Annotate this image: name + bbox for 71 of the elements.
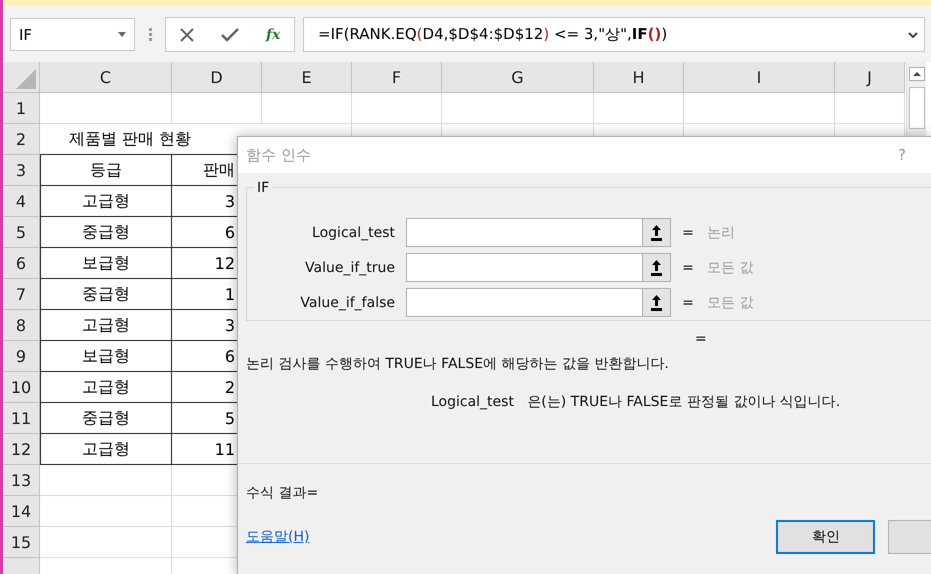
argument-field[interactable] [406, 218, 671, 247]
equals-sign: = [681, 294, 695, 310]
column-header[interactable]: J [835, 62, 905, 93]
row-header[interactable]: 11 [3, 403, 40, 434]
dropdown-arrow-icon[interactable] [118, 32, 126, 37]
row-header[interactable]: 14 [3, 496, 40, 527]
empty-cell[interactable] [172, 93, 262, 124]
argument-value-hint: 논리 [706, 224, 736, 242]
dialog-button[interactable] [888, 520, 931, 554]
argument-label: Value_if_false [299, 294, 396, 310]
row-header[interactable]: 8 [3, 310, 40, 341]
empty-cell[interactable] [835, 93, 905, 124]
empty-cell[interactable] [684, 93, 835, 124]
row-header[interactable]: 13 [3, 465, 40, 496]
column-header[interactable]: G [442, 62, 594, 93]
table-cell: 중급형 [40, 403, 172, 434]
argument-field[interactable] [406, 253, 671, 282]
empty-cell[interactable] [262, 93, 352, 124]
table-cell: 보급형 [40, 341, 172, 372]
insert-function-button[interactable]: fx [266, 26, 280, 42]
row-header[interactable]: 3 [3, 155, 40, 186]
row-header[interactable]: 15 [3, 527, 40, 558]
column-header[interactable]: D [172, 62, 262, 93]
table-cell: 중급형 [40, 217, 172, 248]
collapse-dialog-icon[interactable] [651, 224, 662, 240]
column-header[interactable]: F [352, 62, 442, 93]
table-cell: 중급형 [40, 279, 172, 310]
argument-label: Value_if_true [304, 260, 396, 276]
table-cell: 고급형 [40, 372, 172, 403]
collapse-dialog-icon[interactable] [651, 294, 662, 310]
table-cell: 고급형 [40, 186, 172, 217]
row-header[interactable]: 5 [3, 217, 40, 248]
table-cell: 고급형 [40, 310, 172, 341]
column-header[interactable]: C [40, 62, 172, 93]
checkmark-icon[interactable] [220, 28, 239, 42]
empty-cell[interactable] [594, 93, 684, 124]
table-cell: 고급형 [40, 434, 172, 465]
argument-label: Logical_test [311, 224, 396, 240]
row-header[interactable]: 12 [3, 434, 40, 465]
cancel-icon[interactable] [180, 28, 194, 42]
ok-button[interactable]: 확인 [776, 520, 876, 554]
collapse-dialog-icon[interactable] [651, 260, 662, 276]
grip-icon [148, 28, 152, 42]
row-header[interactable]: 1 [3, 93, 40, 124]
argument-description: Logical_test 은(는) TRUE나 FALSE로 판정될 값이나 식입니다. [431, 393, 842, 411]
argument-value-hint: 모든 값 [706, 258, 754, 276]
select-all-icon[interactable] [16, 69, 36, 89]
table-cell: 등급 [40, 155, 172, 186]
argument-value-hint: 모든 값 [706, 294, 754, 312]
column-header[interactable]: I [684, 62, 835, 93]
column-header[interactable]: H [594, 62, 684, 93]
formula-result: 수식 결과= [246, 484, 320, 502]
empty-cell[interactable] [442, 93, 594, 124]
name-box[interactable]: IF [10, 18, 135, 51]
row-header[interactable]: 4 [3, 186, 40, 217]
scroll-up-icon[interactable] [908, 67, 924, 81]
help-link[interactable]: 도움말(H) [246, 528, 310, 546]
row-header[interactable]: 2 [3, 124, 40, 155]
result-equals: = [695, 331, 707, 347]
table-cell: 보급형 [40, 248, 172, 279]
row-header[interactable]: 6 [3, 248, 40, 279]
row-header[interactable]: 9 [3, 341, 40, 372]
column-header[interactable]: E [262, 62, 352, 93]
argument-field[interactable] [406, 288, 671, 317]
equals-sign: = [681, 260, 695, 276]
empty-cell[interactable] [352, 93, 442, 124]
scrollbar-thumb[interactable] [908, 87, 924, 129]
expand-chevron-icon[interactable] [908, 32, 918, 38]
row-header[interactable]: 7 [3, 279, 40, 310]
row-header[interactable]: 10 [3, 372, 40, 403]
equals-sign: = [681, 224, 695, 240]
